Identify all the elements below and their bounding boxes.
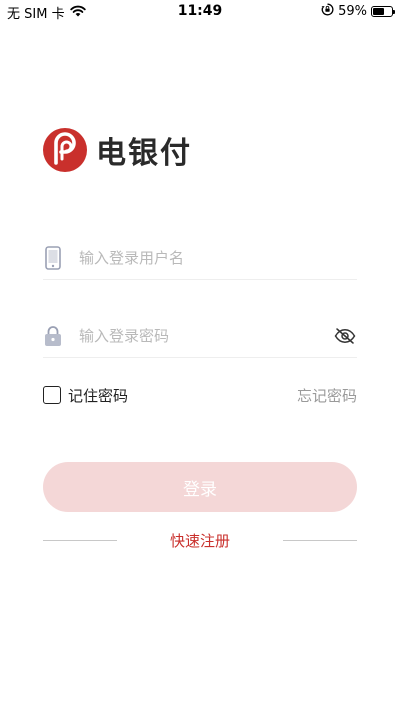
forgot-password-link[interactable]: 忘记密码: [297, 385, 357, 406]
remember-checkbox[interactable]: [43, 386, 61, 404]
password-field: [43, 314, 357, 358]
divider-left: [43, 539, 117, 541]
remember-password[interactable]: 记住密码: [43, 385, 128, 406]
status-bar: 无 SIM 卡 11:49 59%: [0, 0, 400, 24]
brand-logo-icon: [43, 128, 87, 172]
lock-icon: [43, 325, 63, 347]
eye-off-icon[interactable]: [333, 324, 357, 348]
login-screen: 无 SIM 卡 11:49 59% 电银付 输入登录用户名 记住密码 忘记密码 …: [0, 0, 400, 710]
username-input[interactable]: [79, 248, 357, 267]
password-input[interactable]: [79, 326, 333, 345]
orientation-lock-icon: [321, 3, 334, 20]
login-button[interactable]: 登录: [43, 462, 357, 512]
quick-register-link[interactable]: 快速注册: [170, 530, 230, 551]
brand-name: 电银付: [96, 136, 192, 171]
remember-label: 记住密码: [68, 386, 129, 405]
phone-icon: [43, 245, 63, 270]
brand-logo: 电银付: [43, 128, 192, 172]
status-right: 59%: [321, 3, 395, 20]
divider-right: [282, 539, 357, 541]
username-field: [43, 236, 357, 280]
battery-percent: 59%: [338, 4, 367, 19]
remember-row: 记住密码 忘记密码: [43, 384, 357, 406]
battery-fill: [373, 8, 384, 15]
register-row: 快速注册: [43, 530, 357, 550]
battery-icon: [371, 6, 395, 17]
